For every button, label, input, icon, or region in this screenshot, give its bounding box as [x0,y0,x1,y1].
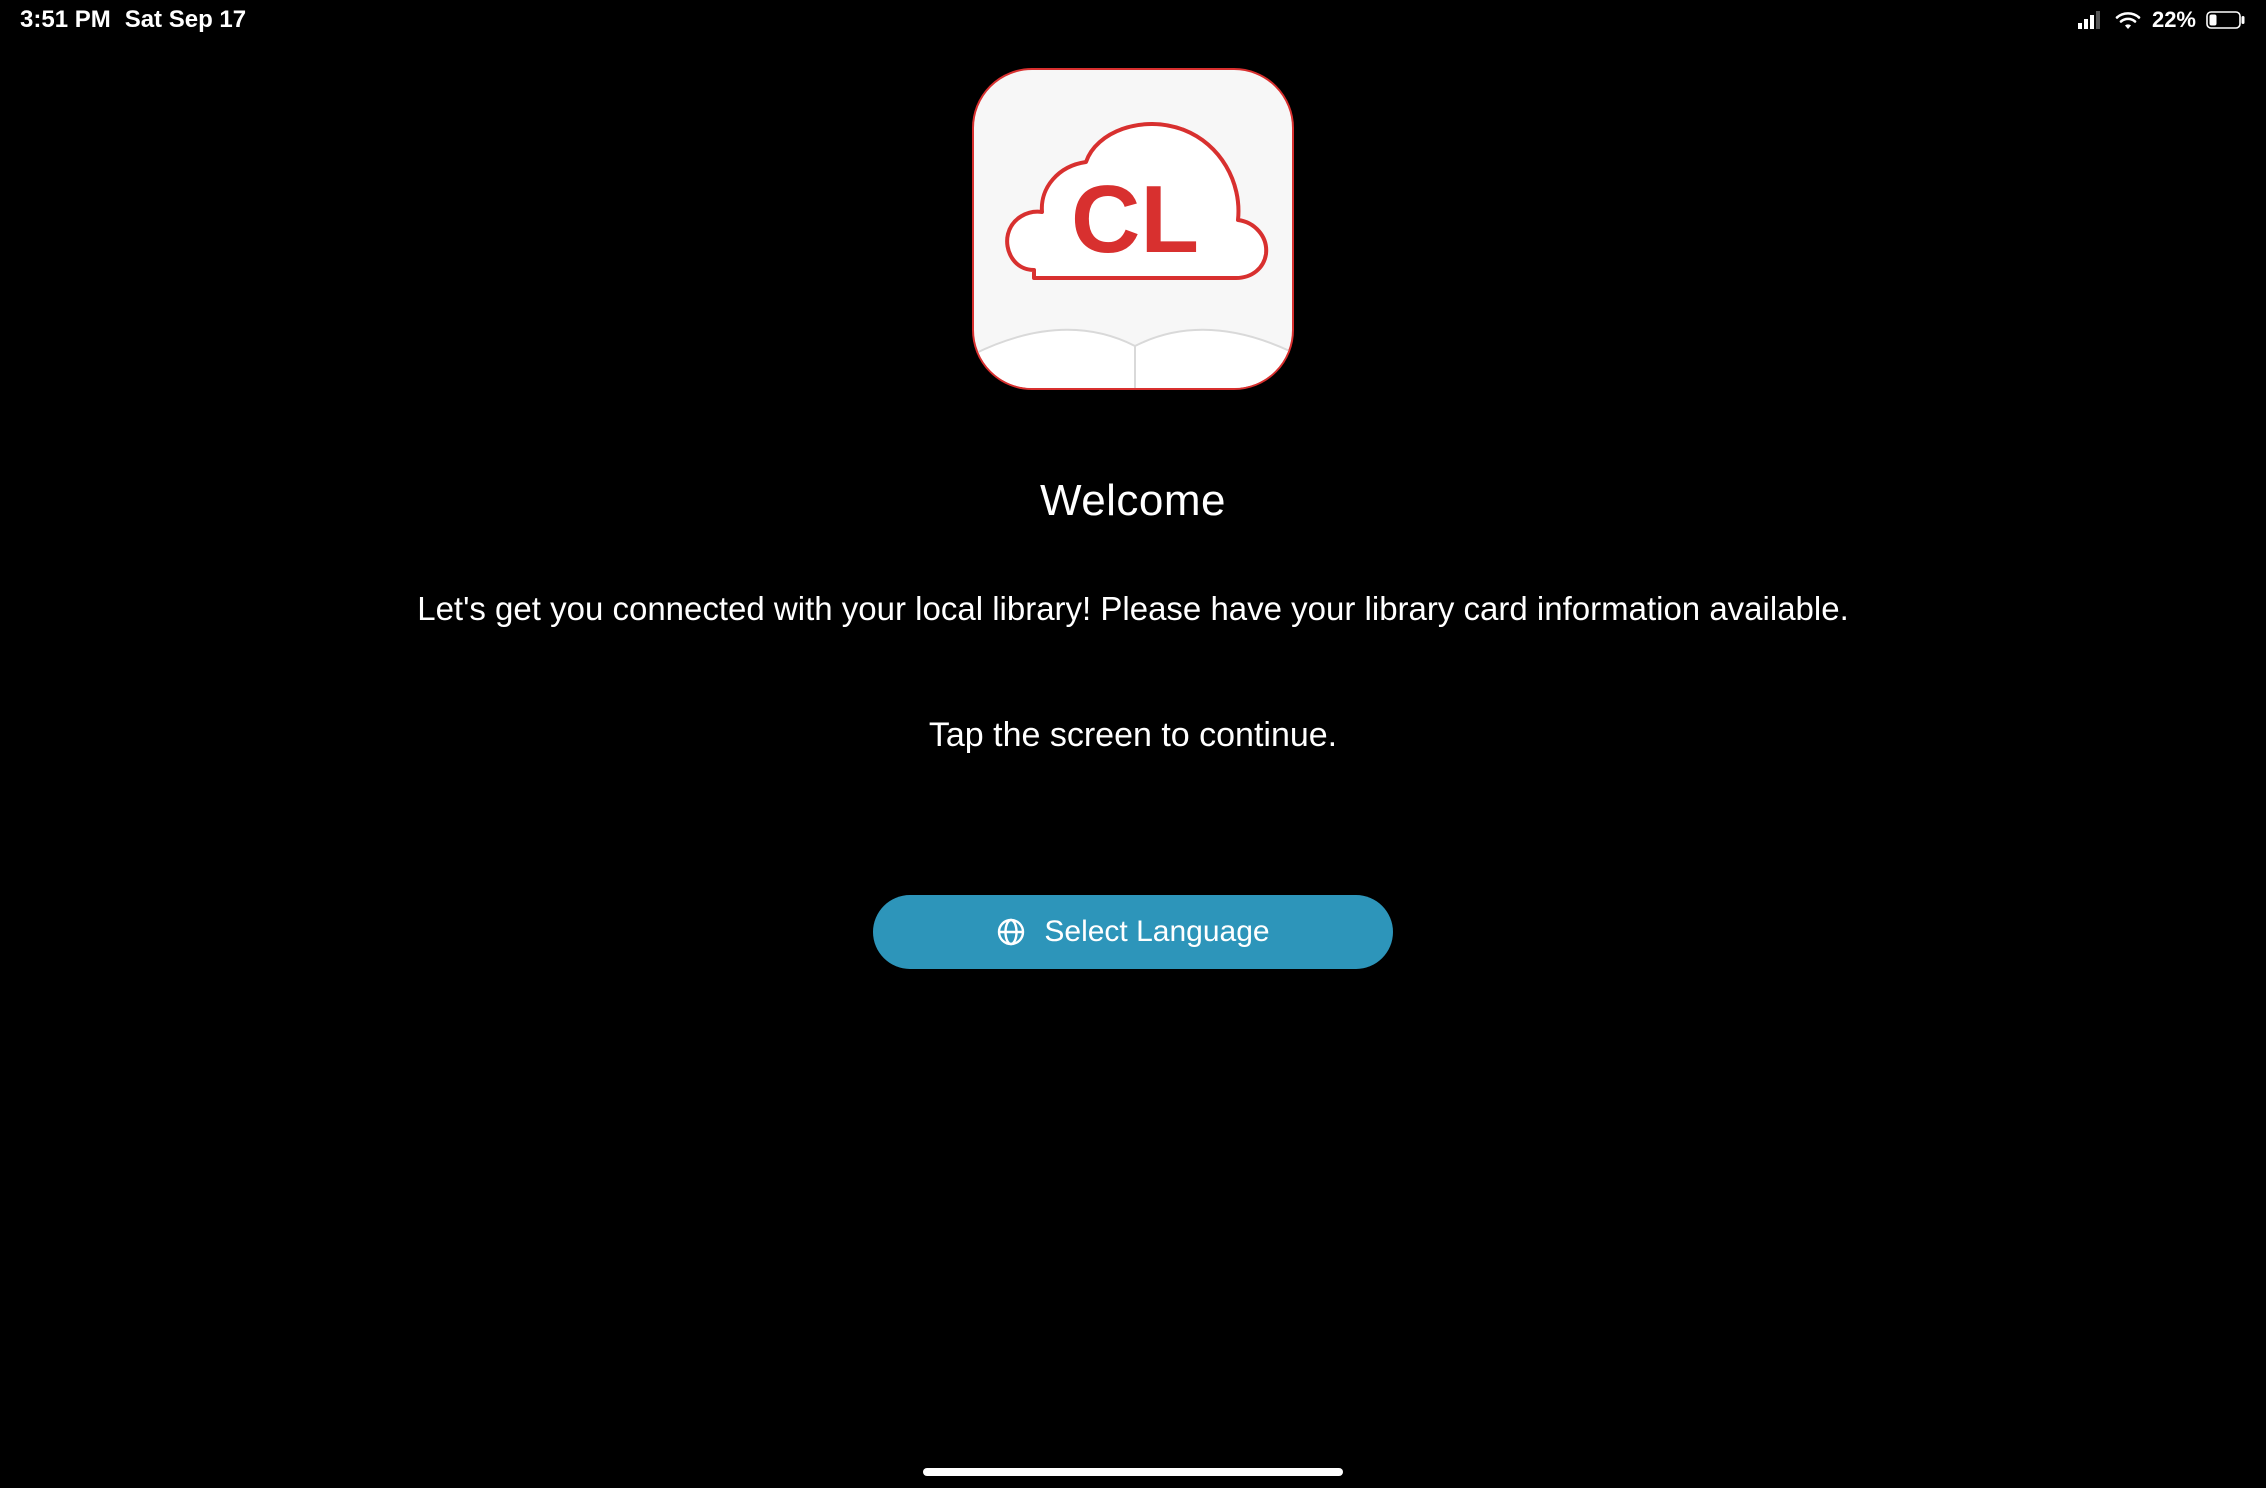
cellular-icon [2078,11,2104,29]
wifi-icon [2114,10,2142,30]
welcome-content[interactable]: CL Welcome Let's get you connected with … [0,60,2266,969]
status-left: 3:51 PM Sat Sep 17 [20,6,246,34]
svg-text:CL: CL [1071,166,1199,273]
battery-icon [2206,11,2246,29]
welcome-screen[interactable]: 3:51 PM Sat Sep 17 22% [0,0,2266,1488]
welcome-title: Welcome [1040,476,1226,526]
battery-percent: 22% [2152,7,2196,33]
status-bar: 3:51 PM Sat Sep 17 22% [0,0,2266,40]
status-time: 3:51 PM [20,6,111,34]
app-logo: CL [972,68,1294,390]
welcome-subtitle: Let's get you connected with your local … [417,590,1849,628]
tap-to-continue-hint: Tap the screen to continue. [929,716,1337,755]
status-right: 22% [2078,7,2246,33]
globe-icon [996,917,1026,947]
select-language-button[interactable]: Select Language [873,895,1393,969]
home-indicator[interactable] [923,1468,1343,1476]
select-language-label: Select Language [1044,915,1269,949]
status-date: Sat Sep 17 [125,6,246,34]
